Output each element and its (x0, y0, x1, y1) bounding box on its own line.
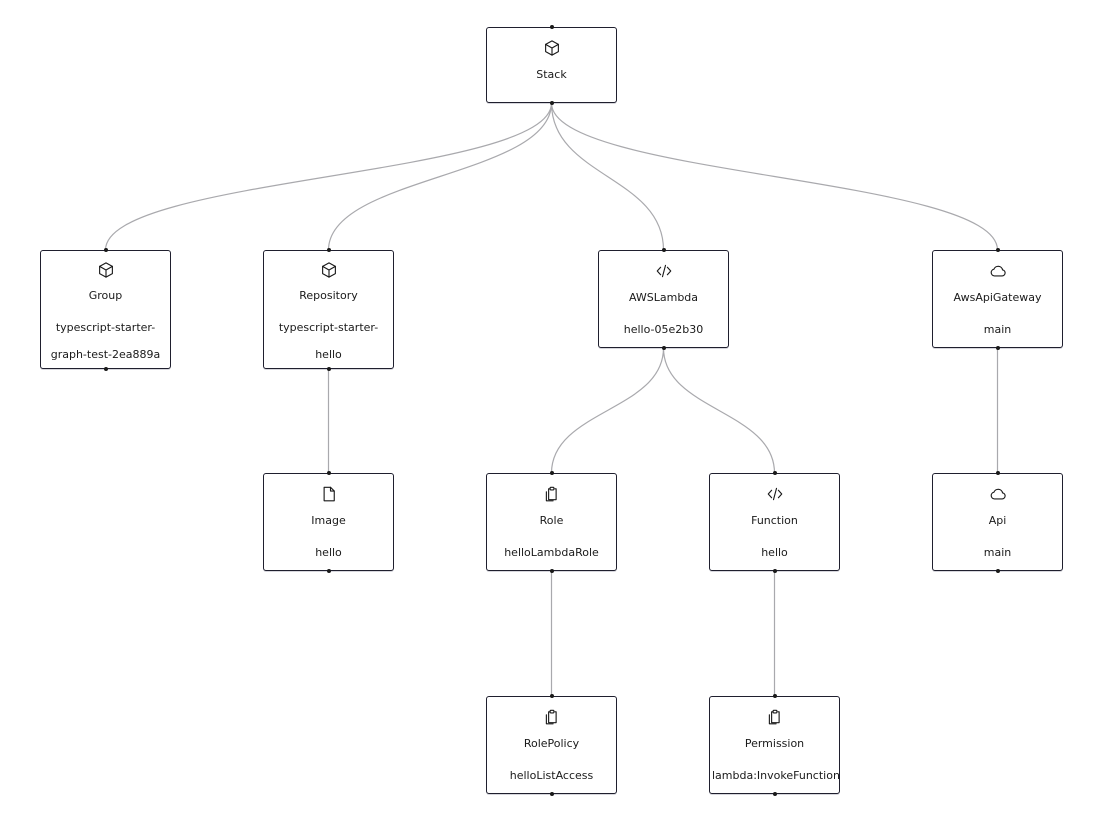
node-handle-top[interactable] (549, 694, 554, 698)
node-rolepolicy[interactable]: RolePolicy helloListAccess (486, 694, 617, 796)
node-function[interactable]: Function hello (709, 471, 840, 573)
edge-stack-to-repository (327, 102, 553, 251)
node-name-label: hello (761, 546, 788, 559)
clipboard-copy-icon (542, 484, 562, 504)
node-handle-top[interactable] (772, 471, 777, 475)
node-type-label: RolePolicy (523, 737, 580, 750)
node-image[interactable]: Image hello (263, 471, 394, 573)
node-type-label: AwsApiGateway (953, 291, 1042, 304)
node-name-label: lambda:InvokeFunction (712, 769, 840, 782)
node-handle-top[interactable] (995, 248, 1000, 252)
cube-icon (96, 261, 116, 279)
node-type-label: Repository (299, 289, 358, 302)
node-awsapigateway[interactable]: AwsApiGateway main (932, 248, 1063, 350)
node-awslambda[interactable]: AWSLambda hello-05e2b30 (598, 248, 729, 350)
code-icon (765, 484, 785, 504)
node-handle-bottom[interactable] (549, 792, 554, 796)
node-name-label: helloLambdaRole (504, 546, 599, 559)
node-repository[interactable]: Repository typescript-starter-hello (263, 248, 394, 371)
node-handle-top[interactable] (661, 248, 666, 252)
node-type-label: Image (311, 514, 346, 527)
node-handle-top[interactable] (549, 471, 554, 475)
edge-awslambda-to-function (662, 347, 776, 474)
edge-stack-to-group (104, 102, 553, 251)
node-handle-top[interactable] (326, 471, 331, 475)
node-group[interactable]: Group typescript-starter-graph-test-2ea8… (40, 248, 171, 371)
node-handle-bottom[interactable] (549, 569, 554, 573)
node-handle-bottom[interactable] (772, 792, 777, 796)
edge-awslambda-to-role (550, 347, 665, 474)
cloud-icon (988, 261, 1008, 281)
code-icon (654, 261, 674, 281)
node-name-label: hello-05e2b30 (623, 323, 704, 336)
node-type-label: Role (539, 514, 564, 527)
clipboard-copy-icon (765, 707, 785, 727)
node-type-label: Permission (744, 737, 805, 750)
node-handle-top[interactable] (326, 248, 331, 252)
cube-icon (542, 38, 562, 58)
node-handle-top[interactable] (549, 25, 554, 29)
node-type-label: AWSLambda (628, 291, 699, 304)
node-name-label: hello (315, 546, 342, 559)
node-handle-top[interactable] (772, 694, 777, 698)
node-type-label: Group (88, 289, 123, 302)
node-handle-bottom[interactable] (661, 346, 666, 350)
node-handle-bottom[interactable] (995, 569, 1000, 573)
node-handle-top[interactable] (103, 248, 108, 252)
node-handle-bottom[interactable] (549, 101, 554, 105)
cube-icon (319, 261, 339, 279)
node-type-label: Function (751, 514, 798, 527)
node-type-label: Api (988, 514, 1007, 527)
node-api[interactable]: Api main (932, 471, 1063, 573)
file-icon (319, 484, 339, 504)
node-stack[interactable]: Stack (486, 25, 617, 105)
cloud-icon (988, 484, 1008, 504)
node-handle-bottom[interactable] (326, 367, 331, 371)
node-name-label: helloListAccess (509, 769, 594, 782)
node-handle-bottom[interactable] (772, 569, 777, 573)
clipboard-copy-icon (542, 707, 562, 727)
node-handle-bottom[interactable] (326, 569, 331, 573)
node-name-label: main (983, 323, 1012, 336)
node-role[interactable]: Role helloLambdaRole (486, 471, 617, 573)
node-handle-top[interactable] (995, 471, 1000, 475)
node-name-label: main (983, 546, 1012, 559)
node-handle-bottom[interactable] (995, 346, 1000, 350)
node-name-label: typescript-starter-hello (278, 321, 379, 361)
node-permission[interactable]: Permission lambda:InvokeFunction (709, 694, 840, 796)
edge-stack-to-awsapigateway (550, 102, 999, 251)
edge-stack-to-awslambda (550, 102, 665, 251)
node-type-label: Stack (536, 68, 567, 81)
node-handle-bottom[interactable] (103, 367, 108, 371)
node-name-label: typescript-starter-graph-test-2ea889a (50, 321, 161, 361)
